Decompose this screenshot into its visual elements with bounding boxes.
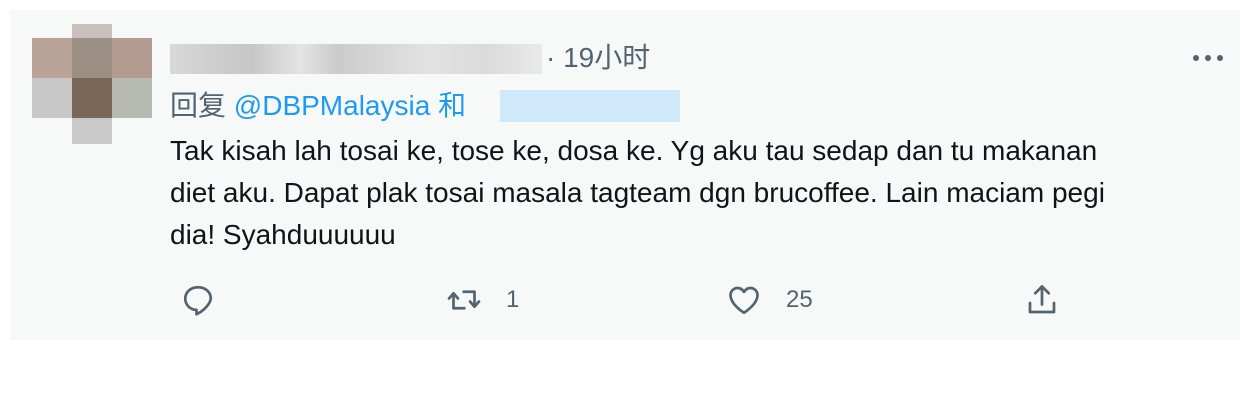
retweet-button[interactable]: 1 (446, 280, 519, 320)
tweet-text-line: Tak kisah lah tosai ke, tose ke, dosa ke… (170, 135, 1098, 166)
time-label: 19小时 (563, 42, 651, 73)
redacted-mention[interactable] (500, 90, 680, 122)
retweet-count: 1 (506, 286, 520, 313)
avatar-pixel (32, 78, 72, 118)
redacted-user-name[interactable] (170, 44, 542, 74)
share-button[interactable] (1024, 280, 1084, 320)
reply-context: 回复 @DBPMalaysia 和 (170, 88, 466, 124)
tweet-text-line: diet aku. Dapat plak tosai masala tagtea… (170, 177, 1105, 208)
tweet-text-line: dia! Syahduuuuuu (170, 219, 396, 250)
reply-and: 和 (438, 90, 467, 121)
time-separator: · (546, 42, 556, 73)
reply-mention-link[interactable]: @DBPMalaysia (234, 90, 430, 121)
reply-prefix: 回复 (170, 90, 227, 121)
like-count: 25 (786, 286, 813, 313)
tweet-actions: 1 25 (170, 280, 1230, 320)
share-icon (1028, 285, 1056, 314)
tweet-timestamp[interactable]: · 19小时 (546, 40, 650, 76)
avatar-pixel (72, 24, 112, 38)
avatar-pixel (72, 38, 112, 78)
tweet-header: · 19小时 (170, 36, 1223, 82)
avatar-pixel (72, 78, 112, 118)
heart-icon (729, 286, 759, 315)
retweet-icon (447, 290, 481, 310)
reply-icon (183, 285, 213, 316)
like-button[interactable]: 25 (726, 280, 813, 320)
avatar-pixel (72, 118, 112, 144)
tweet-text: Tak kisah lah tosai ke, tose ke, dosa ke… (170, 130, 1230, 256)
tweet-card[interactable]: · 19小时 回复 @DBPMalaysia 和 Tak kisah lah t… (10, 10, 1240, 340)
avatar-pixel (112, 78, 152, 118)
more-horizontal-icon[interactable] (1188, 46, 1228, 70)
avatar-pixel (32, 38, 72, 78)
reply-button[interactable] (180, 280, 240, 320)
avatar[interactable] (32, 24, 152, 148)
avatar-pixel (112, 38, 152, 78)
